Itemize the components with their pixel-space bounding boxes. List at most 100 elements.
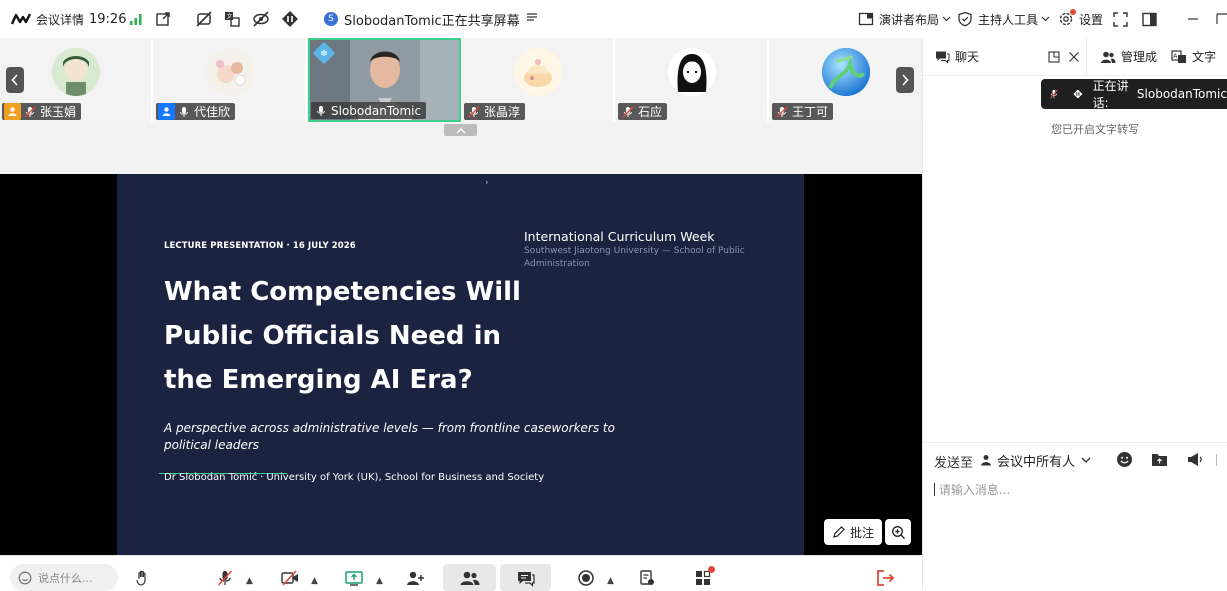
share-screen-button[interactable] — [341, 564, 367, 591]
side-panel-tabs: 聊天 管理成 A 文字 — [922, 38, 1227, 76]
presenter-layout-button[interactable]: 演讲者布局 — [857, 0, 951, 38]
audio-options-caret[interactable]: ▲ — [246, 576, 253, 586]
folder-icon — [1152, 454, 1167, 466]
ai-assistant-icon[interactable] — [281, 0, 299, 38]
send-file-button[interactable] — [1151, 451, 1168, 472]
participant-tile[interactable]: 代佳欣 — [154, 38, 307, 122]
mic-muted-icon — [1049, 89, 1058, 99]
add-user-icon — [407, 571, 424, 585]
raise-hand-button[interactable] — [130, 564, 156, 591]
participant-strip: 张玉娟 代佳欣 SlobodanTomic 张晶淳 石应 王丁可 — [0, 38, 922, 122]
participant-name: 王丁可 — [792, 105, 829, 119]
external-window-icon[interactable] — [155, 0, 171, 38]
exit-icon — [877, 569, 895, 586]
announcement-button[interactable] — [1186, 451, 1203, 472]
mic-muted-icon — [468, 105, 480, 118]
input-caret — [934, 483, 935, 496]
translate-icon[interactable]: 文 — [223, 0, 241, 38]
hand-icon — [136, 570, 146, 586]
hidden-eye-icon[interactable] — [252, 0, 270, 38]
sidebar-toggle-icon[interactable] — [1142, 0, 1157, 38]
zoom-in-icon — [891, 525, 905, 539]
mic-muted-icon — [24, 105, 36, 118]
strip-prev-button[interactable] — [6, 67, 24, 93]
participant-nametag: 张晶淳 — [464, 103, 526, 120]
slide-title-line-3: the Emerging AI Era? — [164, 365, 473, 395]
maximize-icon[interactable] — [1216, 0, 1227, 38]
record-button[interactable] — [573, 564, 599, 591]
invite-button[interactable] — [402, 564, 428, 591]
chevron-down-icon — [1081, 457, 1091, 463]
tab-divider — [1086, 38, 1087, 75]
no-recording-icon[interactable] — [195, 0, 213, 38]
chat-input-placeholder: 请输入消息... — [938, 483, 1011, 497]
pen-icon — [833, 526, 845, 538]
mic-icon — [178, 106, 190, 118]
participants-button[interactable] — [443, 564, 496, 591]
tab-manage-members[interactable]: 管理成 — [1100, 38, 1157, 75]
signal-icon[interactable] — [129, 0, 143, 38]
chevron-down-icon — [942, 12, 951, 27]
share-options-caret[interactable]: ▲ — [376, 576, 383, 586]
ai-assistant-icon — [1073, 89, 1083, 99]
slide-event-title: International Curriculum Week — [524, 229, 715, 244]
meeting-info-label: 会议详情 — [36, 12, 85, 27]
screen-share-status[interactable]: S SlobodanTomic正在共享屏幕 — [324, 0, 538, 38]
chat-message-input[interactable]: 请输入消息... — [934, 481, 1214, 501]
notification-dot — [708, 565, 715, 573]
send-to-select[interactable]: 会议中所有人 — [980, 450, 1091, 470]
strip-next-button[interactable] — [896, 67, 914, 93]
avatar — [514, 48, 562, 96]
popout-chat-icon[interactable] — [1048, 38, 1060, 75]
record-options-caret[interactable]: ▲ — [607, 576, 614, 586]
participant-name: 张晶淳 — [484, 105, 521, 119]
slide-title-line-2: Public Officials Need in — [164, 321, 501, 351]
gear-icon — [1057, 9, 1076, 28]
avatar — [52, 48, 100, 96]
chat-button[interactable] — [500, 564, 551, 591]
transcript-icon: A — [1171, 49, 1186, 63]
smile-icon — [18, 571, 32, 584]
transcript-button[interactable] — [634, 564, 660, 591]
say-something-input[interactable]: 说点什么... — [10, 564, 118, 591]
host-badge-icon — [4, 103, 21, 120]
participant-tile-active-speaker[interactable]: SlobodanTomic — [308, 38, 461, 122]
layout-icon — [857, 10, 875, 28]
participant-tile[interactable]: 张晶淳 — [462, 38, 615, 122]
send-to-label: 发送至 — [934, 456, 974, 471]
video-off-icon — [281, 569, 298, 586]
close-chat-icon[interactable] — [1068, 38, 1080, 75]
meeting-info-button[interactable]: 会议详情 — [10, 0, 84, 38]
emoji-button[interactable] — [1116, 451, 1133, 472]
notification-dot — [1070, 9, 1076, 15]
app-logo-icon — [10, 10, 32, 28]
video-options-caret[interactable]: ▲ — [311, 576, 318, 586]
participant-name: 代佳欣 — [194, 105, 231, 119]
sharer-avatar: S — [324, 12, 338, 26]
leave-meeting-button[interactable] — [872, 564, 898, 591]
mute-audio-button[interactable] — [212, 564, 238, 591]
chevron-down-icon — [1041, 12, 1050, 27]
chat-icon — [936, 51, 950, 64]
participant-tile[interactable]: 石应 — [616, 38, 769, 122]
host-tools-button[interactable]: 主持人工具 — [956, 0, 1050, 38]
zoom-in-button[interactable] — [885, 519, 911, 545]
collapse-strip-button[interactable] — [444, 124, 477, 136]
tab-chat[interactable]: 聊天 — [935, 38, 979, 75]
tab-transcript[interactable]: A 文字 — [1171, 38, 1216, 75]
settings-button[interactable]: 设置 — [1057, 0, 1103, 38]
record-icon — [578, 569, 594, 586]
minimize-icon[interactable] — [1187, 0, 1199, 38]
annotate-button[interactable]: 批注 — [824, 519, 882, 545]
mic-icon — [315, 105, 327, 117]
cohost-badge-icon — [158, 103, 175, 120]
bottom-toolbar: 说点什么... ▲ ▲ ▲ ▲ — [0, 555, 922, 591]
stop-video-button[interactable] — [277, 564, 303, 591]
participant-nametag: 王丁可 — [772, 103, 834, 120]
apps-button[interactable] — [690, 564, 716, 591]
chat-icon — [517, 571, 535, 587]
participant-nametag: 代佳欣 — [156, 103, 236, 120]
fullscreen-icon[interactable] — [1113, 0, 1128, 38]
slide-subtitle-line-2: political leaders — [164, 438, 260, 452]
emoji-icon — [1117, 452, 1132, 467]
